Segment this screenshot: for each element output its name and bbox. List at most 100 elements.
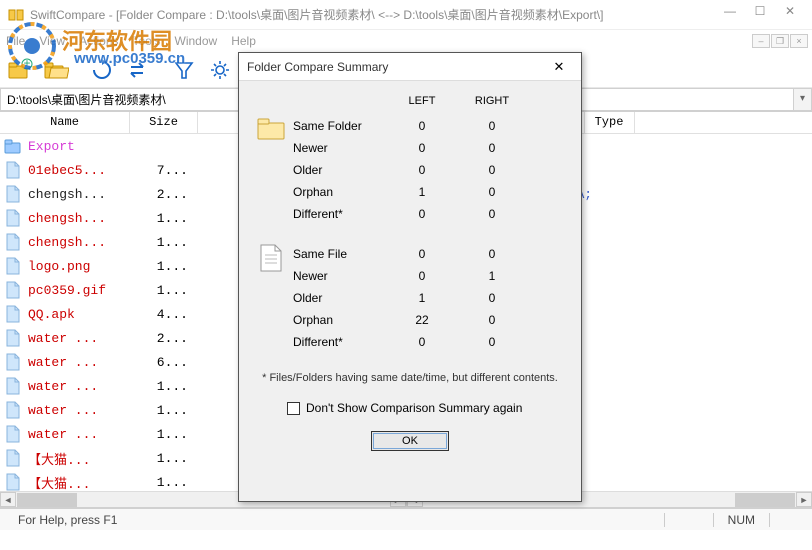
lbl-newer-folder: Newer xyxy=(293,141,387,155)
right-path-dropdown[interactable]: ▾ xyxy=(794,88,812,111)
status-help: For Help, press F1 xyxy=(8,513,127,527)
open-button[interactable] xyxy=(40,55,72,85)
col-name[interactable]: Name xyxy=(0,112,130,133)
row-size: 1... xyxy=(132,403,194,418)
file-icon xyxy=(4,305,22,323)
row-size: 1... xyxy=(132,475,194,490)
close-button[interactable]: ✕ xyxy=(776,4,804,26)
file-icon xyxy=(4,329,22,347)
mdi-restore-button[interactable]: ❐ xyxy=(771,34,789,48)
summary-dialog: Folder Compare Summary ✕ LEFT RIGHT Same… xyxy=(238,52,582,502)
row-name: water ... xyxy=(28,403,132,418)
lbl-same-file: Same File xyxy=(293,247,387,261)
left-path-text: D:\tools\桌面\图片音视频素材\ xyxy=(7,91,166,108)
row-size: 7... xyxy=(132,163,194,178)
lbl-newer-file: Newer xyxy=(293,269,387,283)
mdi-minimize-button[interactable]: – xyxy=(752,34,770,48)
col-right-label: RIGHT xyxy=(457,95,527,107)
svg-text:+: + xyxy=(23,58,30,70)
row-size: 1... xyxy=(132,259,194,274)
dont-show-checkbox[interactable]: Don't Show Comparison Summary again xyxy=(287,401,563,415)
file-icon xyxy=(4,425,22,443)
row-name: logo.png xyxy=(28,259,132,274)
row-size: 1... xyxy=(132,283,194,298)
mdi-close-button[interactable]: × xyxy=(790,34,808,48)
file-icon xyxy=(257,243,293,353)
row-name: chengsh... xyxy=(28,235,132,250)
filter-button[interactable] xyxy=(168,55,200,85)
row-name: water ... xyxy=(28,427,132,442)
minimize-button[interactable]: — xyxy=(716,4,744,26)
row-size: 6... xyxy=(132,355,194,370)
row-name: water ... xyxy=(28,331,132,346)
row-name: 01ebec5... xyxy=(28,163,132,178)
row-name: pc0359.gif xyxy=(28,283,132,298)
row-name: water ... xyxy=(28,355,132,370)
new-compare-button[interactable]: + xyxy=(4,55,36,85)
file-icon xyxy=(4,209,22,227)
file-icon xyxy=(4,137,22,155)
row-size: 1... xyxy=(132,211,194,226)
file-icon xyxy=(4,377,22,395)
footnote: * Files/Folders having same date/time, b… xyxy=(257,371,563,385)
settings-button[interactable] xyxy=(204,55,236,85)
col-left-label: LEFT xyxy=(387,95,457,107)
row-name: Export xyxy=(28,139,132,154)
row-name: chengsh... xyxy=(28,187,132,202)
maximize-button[interactable]: ☐ xyxy=(746,4,774,26)
menu-help[interactable]: Help xyxy=(231,34,256,48)
menu-tools[interactable]: Tools xyxy=(133,34,161,48)
file-icon xyxy=(4,353,22,371)
dialog-close-button[interactable]: ✕ xyxy=(545,59,573,75)
statusbar: For Help, press F1 NUM xyxy=(0,508,812,530)
row-name: water ... xyxy=(28,379,132,394)
file-icon xyxy=(4,185,22,203)
menu-file[interactable]: File xyxy=(6,34,25,48)
dialog-title: Folder Compare Summary xyxy=(247,60,545,74)
lbl-older-file: Older xyxy=(293,291,387,305)
lbl-older-folder: Older xyxy=(293,163,387,177)
window-title: SwiftCompare - [Folder Compare : D:\tool… xyxy=(30,6,716,23)
lbl-orphan-folder: Orphan xyxy=(293,185,387,199)
file-icon xyxy=(4,233,22,251)
ok-button[interactable]: OK xyxy=(371,431,449,451)
lbl-same-folder: Same Folder xyxy=(293,119,387,133)
row-size: 1... xyxy=(132,379,194,394)
refresh-button[interactable] xyxy=(86,55,118,85)
row-size: 1... xyxy=(132,427,194,442)
file-icon xyxy=(4,473,22,491)
status-num: NUM xyxy=(718,513,765,527)
row-name: QQ.apk xyxy=(28,307,132,322)
app-icon xyxy=(8,7,24,23)
row-name: 【大猫... xyxy=(28,449,132,468)
menu-window[interactable]: Window xyxy=(175,34,218,48)
menu-actions[interactable]: Actions xyxy=(79,34,118,48)
col-type-r[interactable]: Type xyxy=(585,112,635,133)
col-size[interactable]: Size xyxy=(130,112,198,133)
row-size: 2... xyxy=(132,331,194,346)
row-size: 1... xyxy=(132,451,194,466)
lbl-diff-file: Different* xyxy=(293,335,387,349)
menubar: File View Actions Tools Window Help – ❐ … xyxy=(0,30,812,52)
row-name: 【大猫... xyxy=(28,473,132,492)
checkbox-label: Don't Show Comparison Summary again xyxy=(306,401,522,415)
row-size: 1... xyxy=(132,235,194,250)
swap-button[interactable] xyxy=(122,55,154,85)
dialog-titlebar: Folder Compare Summary ✕ xyxy=(239,53,581,81)
titlebar: SwiftCompare - [Folder Compare : D:\tool… xyxy=(0,0,812,30)
file-icon xyxy=(4,161,22,179)
menu-view[interactable]: View xyxy=(39,34,65,48)
folder-icon xyxy=(257,115,293,225)
file-icon xyxy=(4,281,22,299)
lbl-diff-folder: Different* xyxy=(293,207,387,221)
row-type: A; xyxy=(577,187,621,202)
file-stats: Same File00 Newer01 Older10 Orphan220 Di… xyxy=(293,243,563,353)
file-icon xyxy=(4,449,22,467)
file-icon xyxy=(4,257,22,275)
row-size: 2... xyxy=(132,187,194,202)
row-name: chengsh... xyxy=(28,211,132,226)
checkbox-icon xyxy=(287,402,300,415)
file-icon xyxy=(4,401,22,419)
folder-stats: Same Folder00 Newer00 Older00 Orphan10 D… xyxy=(293,115,563,225)
lbl-orphan-file: Orphan xyxy=(293,313,387,327)
